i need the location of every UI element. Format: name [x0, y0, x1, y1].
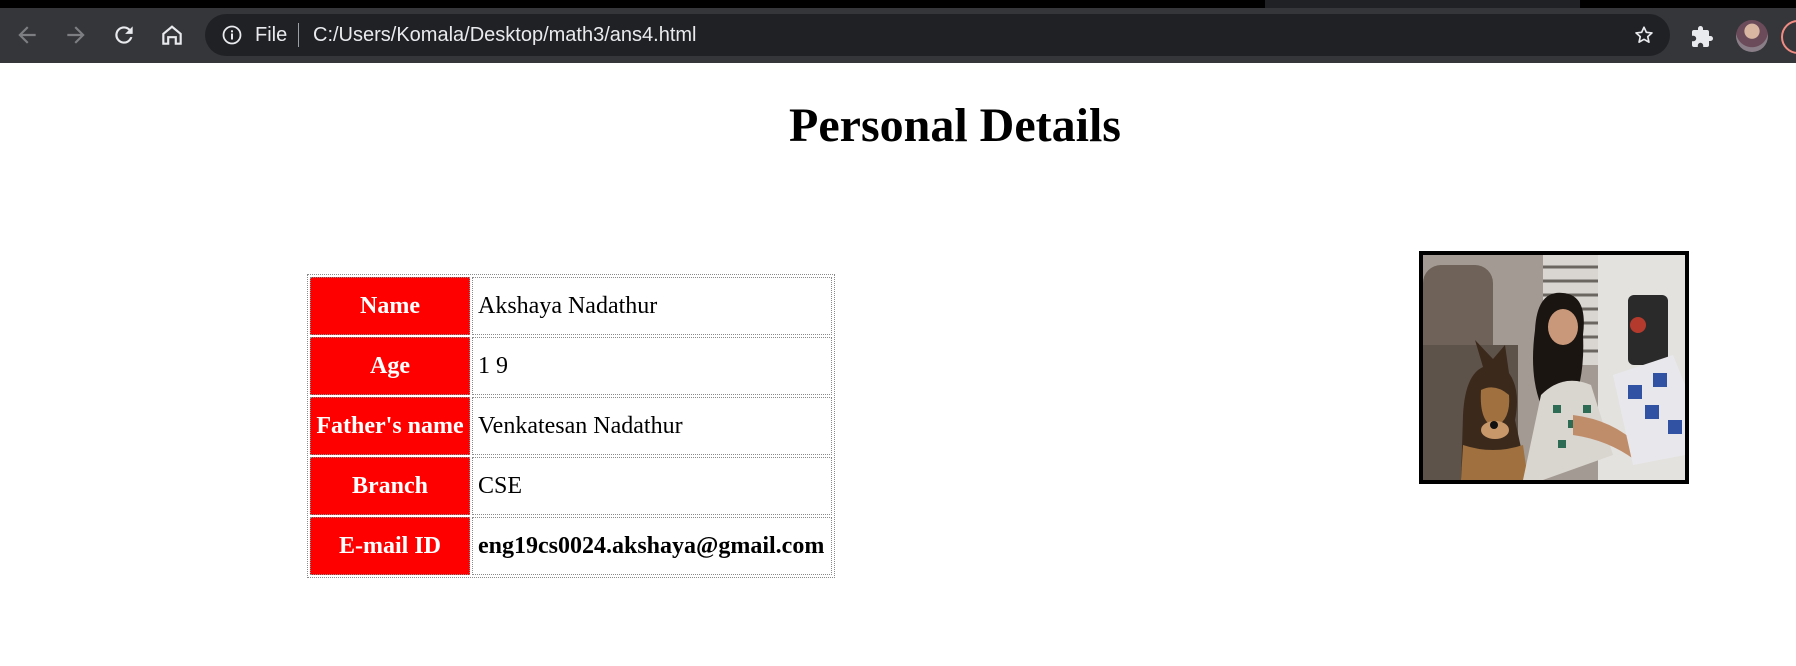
- row-label: Branch: [310, 457, 470, 515]
- forward-icon: [67, 26, 85, 44]
- table-row: Branch CSE: [310, 457, 832, 515]
- profile-button[interactable]: [1781, 20, 1796, 54]
- home-button[interactable]: [159, 22, 185, 48]
- reload-icon: [115, 26, 133, 44]
- row-value: Akshaya Nadathur: [472, 277, 832, 335]
- details-table: Name Akshaya Nadathur Age 1 9 Father's n…: [307, 274, 835, 578]
- reload-button[interactable]: [111, 22, 137, 48]
- back-button[interactable]: [14, 22, 40, 48]
- omnibox-separator: [298, 23, 299, 47]
- star-icon[interactable]: [1633, 24, 1655, 46]
- row-label: Father's name: [310, 397, 470, 455]
- scheme-label[interactable]: File: [255, 24, 287, 47]
- row-value: Venkatesan Nadathur: [472, 397, 832, 455]
- page-title: Personal Details: [789, 99, 1121, 152]
- row-value: 1 9: [472, 337, 832, 395]
- table-row: Name Akshaya Nadathur: [310, 277, 832, 335]
- avatar[interactable]: [1736, 20, 1768, 52]
- table-row: Father's name Venkatesan Nadathur: [310, 397, 832, 455]
- row-label: E-mail ID: [310, 517, 470, 575]
- browser-toolbar: File C:/Users/Komala/Desktop/math3/ans4.…: [0, 8, 1796, 63]
- profile-photo: [1419, 251, 1689, 484]
- address-bar[interactable]: File C:/Users/Komala/Desktop/math3/ans4.…: [205, 14, 1670, 56]
- tab[interactable]: [1580, 0, 1796, 8]
- forward-button[interactable]: [63, 22, 89, 48]
- info-icon[interactable]: [222, 25, 242, 45]
- table-row: Age 1 9: [310, 337, 832, 395]
- back-icon: [18, 26, 36, 44]
- table-row: E-mail ID eng19cs0024.akshaya@gmail.com: [310, 517, 832, 575]
- row-value: eng19cs0024.akshaya@gmail.com: [472, 517, 832, 575]
- row-label: Age: [310, 337, 470, 395]
- home-icon: [162, 25, 182, 45]
- row-label: Name: [310, 277, 470, 335]
- active-tab[interactable]: [0, 0, 1265, 8]
- tab-strip: [0, 0, 1796, 8]
- extensions-icon[interactable]: [1690, 25, 1714, 49]
- row-value: CSE: [472, 457, 832, 515]
- url-text[interactable]: C:/Users/Komala/Desktop/math3/ans4.html: [313, 24, 697, 47]
